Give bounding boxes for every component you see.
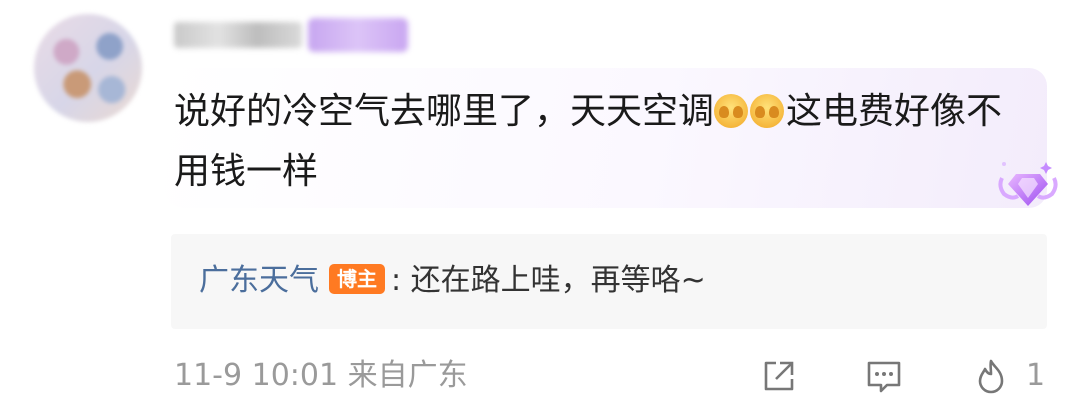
avatar[interactable]	[34, 14, 142, 122]
diamond-badge-icon	[998, 162, 1058, 206]
emoji-group	[714, 82, 786, 138]
comment-icon[interactable]	[865, 357, 903, 395]
share-icon[interactable]	[760, 357, 798, 395]
host-tag-badge: 博主	[329, 263, 385, 294]
username-blurred[interactable]	[174, 22, 302, 48]
comment-text-part1: 说好的冷空气去哪里了，天天空调	[174, 91, 715, 132]
reply-text: : 还在路上哇，再等咯~	[391, 263, 706, 298]
reply-line: 广东天气 博主: 还在路上哇，再等咯~	[199, 256, 706, 306]
reply-author-link[interactable]: 广东天气	[199, 263, 319, 298]
tired-face-icon	[714, 94, 749, 128]
like-count: 1	[1026, 358, 1046, 393]
like-icon[interactable]	[972, 357, 1010, 395]
user-badge-blurred	[308, 18, 408, 52]
comment-meta: 11-9 10:01 来自广东	[174, 358, 468, 393]
tired-face-icon	[750, 94, 785, 128]
comment-text: 说好的冷空气去哪里了，天天空调 这电费好像不用钱一样	[174, 82, 1014, 200]
